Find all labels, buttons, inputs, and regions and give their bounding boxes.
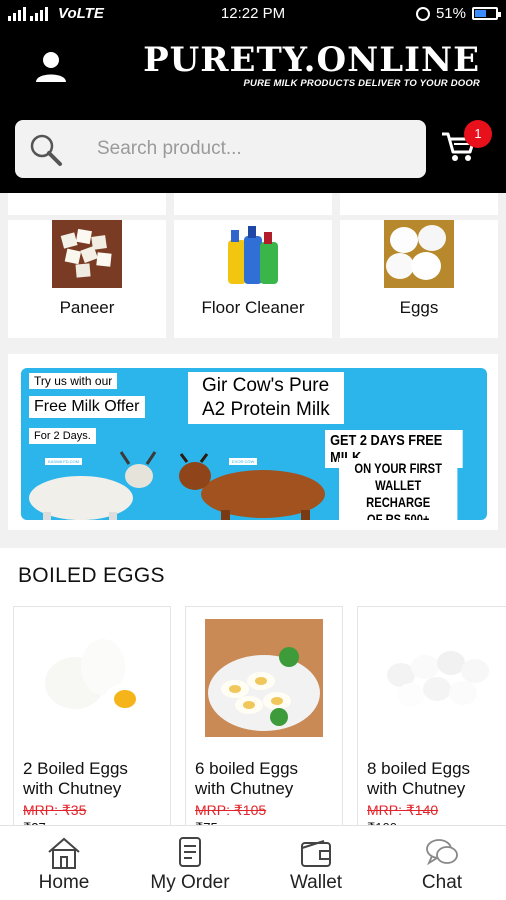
category-card-stub [8, 193, 166, 215]
product-mrp: MRP: ₹140 [367, 802, 439, 818]
banner-headline: Gir Cow's Pure A2 Protein Milk [188, 372, 344, 424]
nav-label: Chat [421, 872, 463, 893]
promo-banner-card: Try us with our Free Milk Offer For 2 Da… [8, 354, 498, 530]
floor-cleaner-image [218, 220, 288, 288]
nav-chat[interactable]: Chat [379, 826, 505, 900]
chat-icon [426, 839, 458, 866]
search-icon[interactable] [29, 133, 63, 167]
product-mrp: MRP: ₹35 [23, 802, 87, 818]
eggs-image [384, 220, 454, 288]
banner-offer-line: ON YOUR FIRST [354, 460, 442, 476]
banner-text: For 2 Days. [29, 428, 96, 444]
product-name-line: 8 boiled Eggs [367, 759, 471, 778]
product-name-line: 2 Boiled Eggs [23, 759, 128, 778]
category-label: Floor Cleaner [201, 298, 305, 317]
category-label: Eggs [399, 298, 439, 317]
product-image [45, 639, 145, 715]
category-label: Paneer [59, 298, 115, 317]
banner-headline-line: Gir Cow's Pure [202, 375, 330, 396]
wallet-icon [301, 840, 331, 867]
product-name-line: with Chutney [195, 779, 294, 798]
brand-name: PURETY.ONLINE [143, 40, 480, 80]
category-floor-cleaner[interactable]: Floor Cleaner [174, 220, 332, 338]
search-bar[interactable] [15, 120, 426, 178]
nav-label: Wallet [289, 872, 343, 893]
brown-cow-image [179, 453, 325, 520]
nav-label: Home [38, 872, 90, 893]
product-image [387, 651, 489, 707]
product-name: 8 boiled Eggs with Chutney [367, 759, 506, 799]
product-card[interactable]: 2 Boiled Eggs with Chutney MRP: ₹35 ₹27 [13, 606, 171, 838]
user-icon[interactable] [34, 50, 68, 84]
boiled-eggs-section: BOILED EGGS 2 Boiled Eggs with Chutney M… [0, 548, 506, 838]
category-paneer[interactable]: Paneer [8, 220, 166, 338]
banner-text: Try us with our [29, 373, 118, 389]
battery-icon [472, 7, 501, 20]
product-name-line: 6 boiled Eggs [195, 759, 299, 778]
promo-banner[interactable]: Try us with our Free Milk Offer For 2 Da… [21, 368, 487, 520]
cart-count-badge: 1 [464, 120, 492, 148]
product-name-line: with Chutney [367, 779, 466, 798]
white-cow-image [29, 451, 157, 520]
banner-offer-line: WALLET RECHARGE [366, 477, 431, 510]
section-title: BOILED EGGS [18, 564, 165, 587]
product-mrp: MRP: ₹105 [195, 802, 267, 818]
category-card-stub [174, 193, 332, 215]
banner-headline-line: A2 Protein Milk [202, 399, 330, 420]
product-name: 6 boiled Eggs with Chutney [195, 759, 340, 799]
product-card[interactable]: 8 boiled Eggs with Chutney MRP: ₹140 ₹10… [357, 606, 506, 838]
category-eggs[interactable]: Eggs [340, 220, 498, 338]
search-input[interactable] [97, 134, 397, 164]
product-card[interactable]: 6 boiled Eggs with Chutney MRP: ₹105 ₹75 [185, 606, 343, 838]
battery-percent: 51% [435, 5, 466, 22]
banner-text: Free Milk Offer [29, 396, 145, 418]
product-name: 2 Boiled Eggs with Chutney [23, 759, 168, 799]
nav-home[interactable]: Home [1, 826, 127, 900]
banner-offer-line: OF RS.500+ [366, 511, 430, 520]
nav-wallet[interactable]: Wallet [253, 826, 379, 900]
banner-offer-details: ON YOUR FIRST WALLET RECHARGE OF RS.500+ [339, 458, 458, 520]
brand-logo: PURETY.ONLINE PURE MILK PRODUCTS DELIVER… [143, 40, 480, 89]
nav-label: My Order [150, 872, 230, 893]
bottom-nav: Home My Order Wallet Chat [0, 825, 506, 900]
category-card-stub [340, 193, 498, 215]
app-header: PURETY.ONLINE PURE MILK PRODUCTS DELIVER… [0, 28, 506, 193]
product-name-line: with Chutney [23, 779, 122, 798]
battery-fill [475, 10, 487, 17]
nav-my-order[interactable]: My Order [127, 826, 253, 900]
alarm-icon [415, 6, 430, 21]
product-image [205, 619, 323, 737]
paneer-image [52, 220, 122, 288]
status-bar: VoLTE 12:22 PM 51% [0, 0, 506, 28]
order-icon [179, 837, 201, 867]
home-icon [48, 837, 80, 869]
